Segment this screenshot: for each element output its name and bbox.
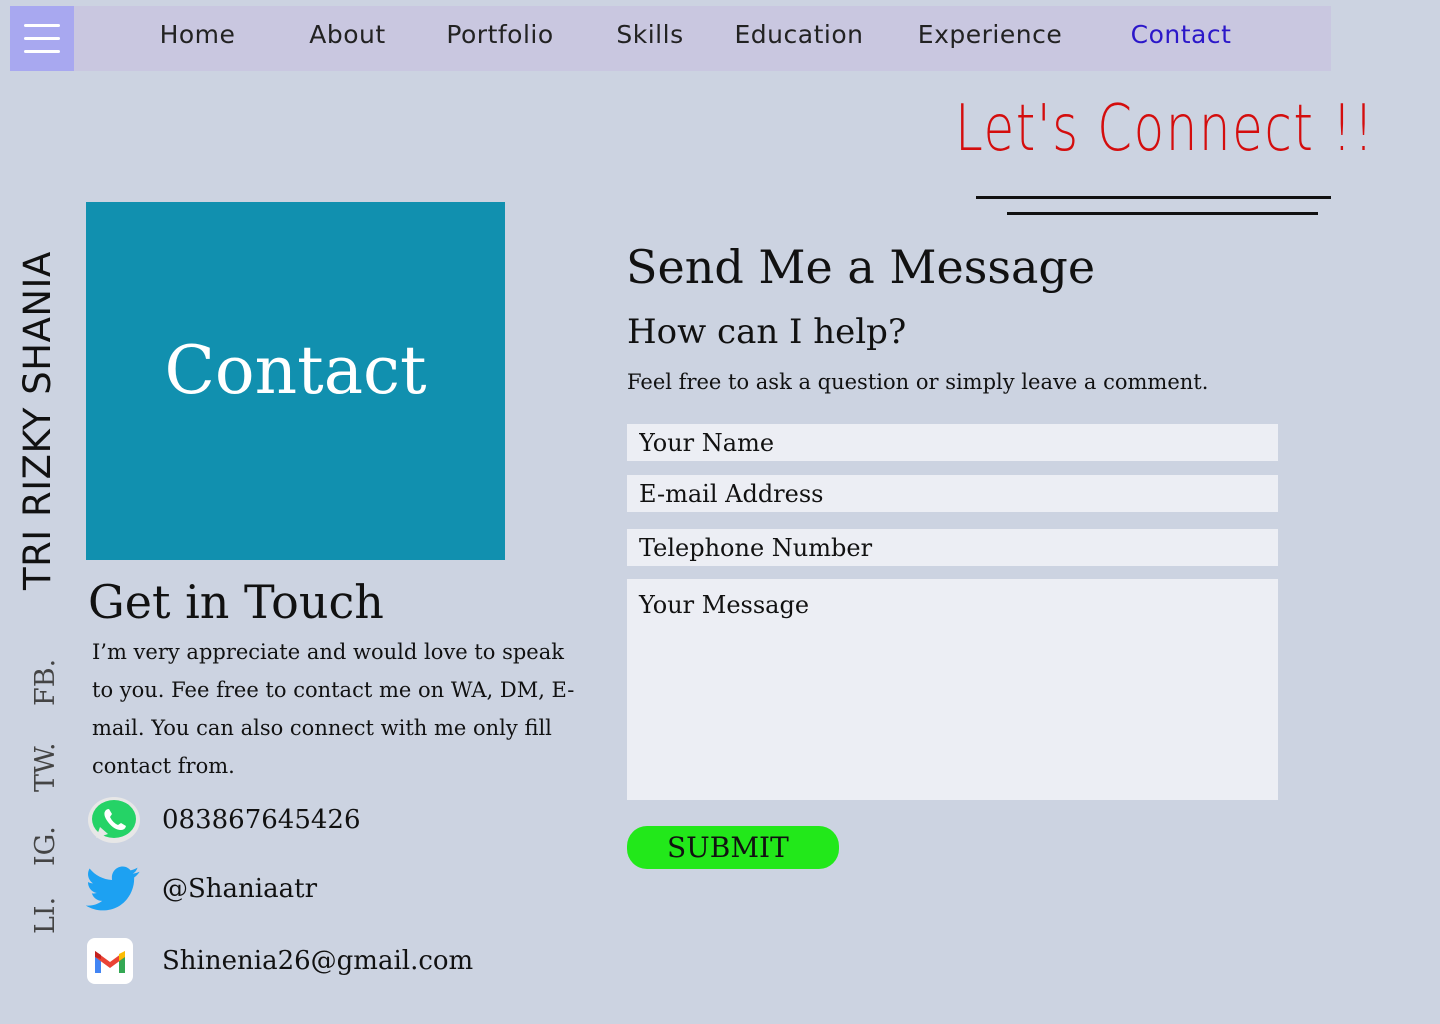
get-in-touch-text: I’m very appreciate and would love to sp… (92, 640, 575, 778)
nav-about[interactable]: About (300, 6, 395, 71)
lets-connect-heading: Let's Connect !! (955, 92, 1376, 166)
menu-icon (24, 50, 60, 53)
twitter-handle: @Shaniaatr (162, 874, 317, 904)
social-link-li[interactable]: LI. (30, 897, 61, 934)
form-intro: Feel free to ask a question or simply le… (627, 370, 1209, 394)
email-address: Shinenia26@gmail.com (162, 946, 474, 976)
contact-banner-title: Contact (164, 332, 427, 409)
top-nav: Home About Portfolio Skills Education Ex… (10, 6, 1331, 71)
telephone-field[interactable] (627, 529, 1278, 566)
social-link-tw[interactable]: TW. (30, 742, 61, 792)
get-in-touch-heading: Get in Touch (88, 575, 384, 629)
phone-row[interactable]: 083867645426 (86, 796, 361, 844)
underline (1007, 212, 1318, 215)
email-row[interactable]: Shinenia26@gmail.com (86, 937, 473, 985)
form-subheading: How can I help? (627, 312, 907, 352)
twitter-icon (86, 866, 140, 911)
nav-experience[interactable]: Experience (915, 6, 1065, 71)
social-link-ig[interactable]: IG. (30, 826, 61, 866)
nav-skills[interactable]: Skills (608, 6, 692, 71)
underline (976, 196, 1331, 199)
twitter-row[interactable]: @Shaniaatr (86, 866, 317, 912)
menu-button[interactable] (10, 6, 74, 71)
menu-icon (24, 37, 60, 40)
email-field[interactable] (627, 475, 1278, 512)
phone-number: 083867645426 (162, 805, 361, 835)
vertical-name: TRI RIZKY SHANIA (16, 251, 59, 590)
name-field[interactable] (627, 424, 1278, 461)
message-field[interactable] (627, 579, 1278, 800)
submit-button[interactable]: SUBMIT (627, 826, 839, 869)
nav-education[interactable]: Education (728, 6, 870, 71)
form-heading: Send Me a Message (626, 240, 1096, 294)
nav-contact[interactable]: Contact (1125, 6, 1237, 71)
gmail-icon (87, 938, 133, 984)
menu-icon (24, 24, 60, 27)
whatsapp-icon (88, 797, 140, 843)
contact-banner: Contact (86, 202, 505, 560)
social-link-fb[interactable]: FB. (30, 659, 61, 706)
nav-home[interactable]: Home (150, 6, 245, 71)
nav-portfolio[interactable]: Portfolio (440, 6, 560, 71)
